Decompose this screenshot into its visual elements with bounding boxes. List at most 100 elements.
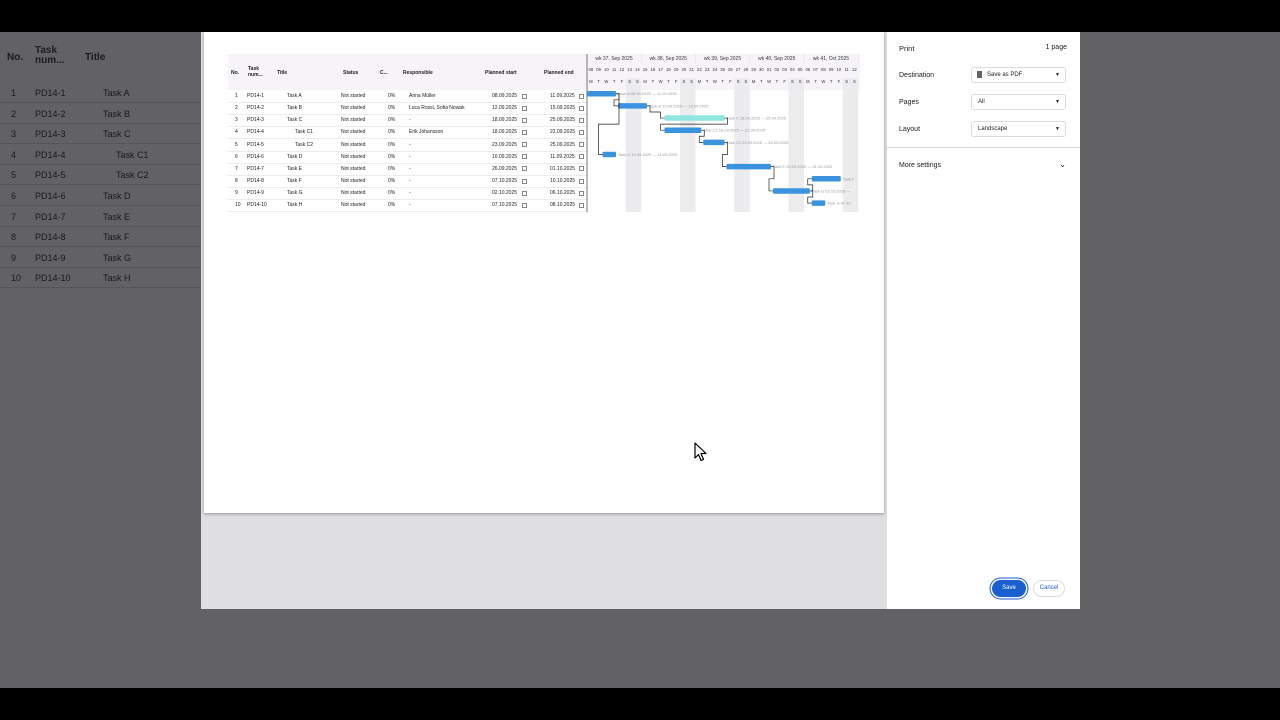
gantt-bar [602, 151, 616, 158]
destination-label: Destination [899, 72, 935, 79]
weekday-label: T [667, 79, 670, 84]
layout-select[interactable]: Landscape ▼ [971, 121, 1066, 137]
cell-task: PD14-6 [35, 191, 66, 201]
weekday-label: M [589, 79, 593, 84]
weekday-label: T [721, 79, 724, 84]
gantt-bar [618, 103, 647, 109]
day-label: 16 [651, 67, 656, 72]
chevron-down-icon[interactable]: ⌄ [1059, 160, 1066, 169]
weekend-column [742, 78, 750, 212]
day-label: 01 [767, 67, 772, 72]
weekday-label: W [767, 79, 771, 84]
day-label: 03 [782, 67, 787, 72]
background-table-row: 6 PD14-6 Task D [0, 186, 220, 206]
weekend-column [633, 78, 642, 212]
day-label: 18 [666, 67, 671, 72]
weekday-label: S [853, 79, 856, 84]
row-divider [0, 287, 200, 289]
weekday-label: T [830, 79, 833, 84]
day-label: 12 [620, 67, 625, 72]
weekday-label: M [752, 79, 756, 84]
cancel-button[interactable]: Cancel [1033, 580, 1065, 597]
gantt-bar-label: Task C2 23.09.2025 — 25.09.2025 [727, 140, 790, 145]
background-table-row: 4 PD14-4 Task C1 [0, 145, 220, 165]
dependency-link [722, 142, 728, 167]
mouse-cursor-icon [694, 442, 707, 462]
day-label: 12 [852, 67, 857, 72]
screen: No. Task num... Title 1 PD14-1 Task A 2 PD14… [0, 32, 1280, 688]
settings-divider [887, 147, 1080, 148]
cell-no: 4 [11, 149, 17, 160]
cell-task: PD14-8 [35, 232, 66, 243]
more-settings-toggle[interactable]: More settings [899, 162, 941, 169]
day-label: 20 [682, 67, 687, 72]
gantt-bar [726, 163, 771, 170]
day-label: 29 [751, 67, 756, 72]
weekday-label: M [643, 79, 647, 84]
background-table-row: 2 PD14-2 Task B [0, 104, 220, 124]
weekday-label: S [737, 79, 740, 84]
gantt-bar-label: Task H 07.10 [827, 201, 851, 206]
header-title: Title [85, 52, 106, 63]
page-count: 1 page [1045, 44, 1067, 51]
cell-title: Task C2 [116, 170, 149, 181]
weekday-label: F [675, 79, 678, 84]
weekday-label: T [814, 79, 817, 84]
save-button[interactable]: Save [992, 580, 1026, 597]
preview-gantt-chart: wk 37, Sep 2025 wk 38, Sep 2025 wk 39, Sep… [586, 54, 859, 212]
pages-select[interactable]: All ▼ [971, 94, 1066, 110]
header-no: No. [7, 52, 24, 63]
day-label: 02 [775, 67, 780, 72]
gantt-bar-label: Task A 08.09.2025 — 11.09.2025 [618, 91, 677, 96]
gantt-bar-label: Task C1 18.09.2025 — 22.09.2025 [703, 128, 766, 133]
weekday-label: M [698, 79, 702, 84]
day-label: 08 [821, 67, 826, 72]
cell-task: PD14-5 [35, 170, 66, 181]
day-label: 24 [713, 67, 718, 72]
cell-task: PD14-3 [35, 129, 66, 140]
background-table-row: 1 PD14-1 Task A [0, 83, 220, 103]
destination-value: Save as PDF [987, 72, 1023, 78]
week-label: wk 37, Sep 2025 [595, 56, 632, 62]
weekend-column [687, 78, 696, 212]
cell-no: 5 [11, 170, 17, 181]
background-table-row: 10 PD14-10 Task H [0, 268, 220, 288]
chevron-down-icon: ▼ [1055, 99, 1060, 105]
day-label: 15 [643, 67, 648, 72]
cell-task: PD14-9 [35, 252, 66, 263]
gantt-bar-label: Task B 12.09.2025 — 15.09.2025 [649, 103, 709, 108]
day-label: 23 [705, 67, 710, 72]
weekday-label: S [845, 79, 848, 84]
gantt-bar [811, 176, 841, 182]
cell-task: PD14-2 [35, 108, 66, 119]
gantt-bar-label: Task E 26.09.2025 — 01.10.2025 [773, 164, 833, 169]
weekday-label: T [776, 79, 779, 84]
destination-select[interactable]: Save as PDF ▼ [971, 67, 1066, 83]
weekday-label: M [806, 79, 810, 84]
cell-title: Task D [103, 191, 131, 201]
weekday-label: W [604, 79, 608, 84]
header-task-num: Task num... [35, 45, 65, 66]
day-label: 28 [744, 67, 749, 72]
weekday-label: T [597, 79, 600, 84]
day-label: 10 [604, 67, 609, 72]
gantt-bar [811, 200, 826, 206]
week-label: wk 39, Sep 2025 [704, 56, 741, 62]
layout-value: Landscape [978, 126, 1008, 132]
gantt-bar-label: Task G 02.10.2025 — [812, 188, 851, 193]
background-table-header: No. Task num... Title [0, 32, 220, 82]
day-label: 22 [697, 67, 702, 72]
cell-no: 6 [11, 191, 17, 201]
gantt-bar-label: Task F [843, 176, 855, 181]
weekday-label: F [838, 79, 841, 84]
gantt-bar-label: Task C 18.09.2025 — 25.09.2025 [727, 116, 787, 121]
day-label: 19 [674, 67, 679, 72]
day-label: 08 [589, 67, 594, 72]
weekday-label: S [682, 79, 685, 84]
week-label: wk 40, Sep 2025 [758, 56, 795, 62]
day-label: 09 [596, 67, 601, 72]
cell-task: PD14-7 [35, 211, 66, 222]
day-label: 27 [736, 67, 741, 72]
gantt-bar [773, 188, 810, 194]
cell-no: 10 [11, 273, 22, 284]
